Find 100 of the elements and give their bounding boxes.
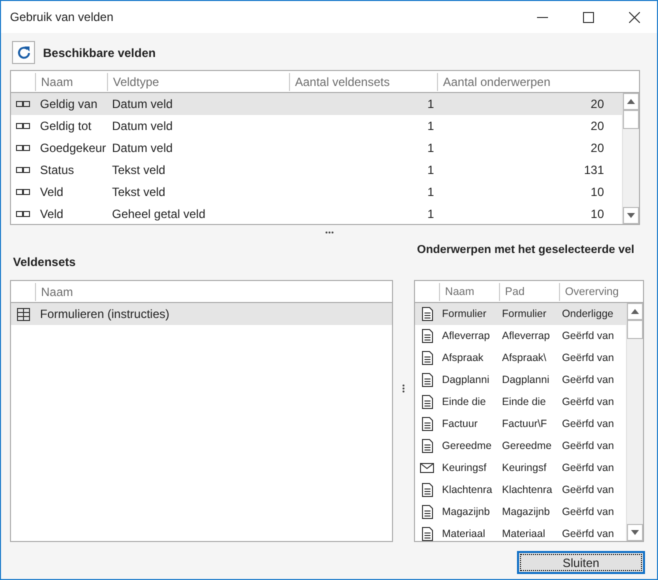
column-header[interactable]: Aantal onderwerpen — [437, 72, 607, 90]
close-dialog-button[interactable]: Sluiten — [517, 551, 645, 574]
table-cell-text: Dagplanni — [441, 374, 490, 386]
table-cell-text: 131 — [582, 163, 605, 177]
table-cell-text: Geërfd van — [561, 396, 615, 408]
down-arrow-icon — [627, 213, 635, 218]
section-title: Onderwerpen met het geselecteerde vel — [417, 244, 634, 256]
table-cell-text: Datum veld — [111, 141, 174, 155]
table-cell-text: Materiaal — [501, 528, 546, 540]
table-cell-text: Geërfd van — [561, 484, 615, 496]
table-cell-text: Factuur\F — [501, 418, 548, 430]
field-icon — [16, 123, 30, 129]
table-icon — [16, 308, 30, 320]
scrollbar[interactable] — [622, 93, 639, 224]
table-cell-text: 20 — [590, 119, 605, 133]
document-icon — [422, 439, 432, 453]
table-row[interactable]: Status Tekst veld 1 131 — [11, 159, 622, 181]
minimize-icon — [536, 16, 548, 18]
table-row[interactable]: Materiaal Materiaal Geërfd van — [415, 523, 626, 541]
document-icon — [422, 483, 432, 497]
table-cell-text: Geërfd van — [561, 374, 615, 386]
envelope-icon — [420, 463, 434, 473]
up-arrow-icon — [631, 309, 639, 314]
scroll-up-button[interactable] — [627, 303, 643, 320]
table-row[interactable]: Klachtenra Klachtenra Geërfd van — [415, 479, 626, 501]
table-cell-text: 1 — [426, 207, 435, 221]
table-row[interactable]: Formulier Formulier Onderligge — [415, 303, 626, 325]
table-row[interactable]: Magazijnb Magazijnb Geërfd van — [415, 501, 626, 523]
document-icon — [422, 351, 432, 365]
window-title: Gebruik van velden — [10, 10, 114, 24]
table-row[interactable]: Keuringsf Keuringsf Geërfd van — [415, 457, 626, 479]
table-row[interactable]: Dagplanni Dagplanni Geërfd van — [415, 369, 626, 391]
field-icon — [16, 211, 30, 217]
table-cell-text: Afspraak\ — [501, 352, 548, 364]
field-icon — [16, 101, 30, 107]
field-icon — [16, 145, 30, 151]
table-cell-text: 1 — [426, 97, 435, 111]
table-cell-text: Geërfd van — [561, 462, 615, 474]
section-title: Veldensets — [13, 254, 76, 268]
table-cell-text: Datum veld — [111, 97, 174, 111]
splitter-handle[interactable] — [324, 231, 334, 234]
table-cell-text: 20 — [590, 97, 605, 111]
table-cell-text: Materiaal — [441, 528, 486, 540]
document-icon — [422, 329, 432, 343]
table-cell-text: 1 — [426, 163, 435, 177]
table-row[interactable]: Einde die Einde die Geërfd van — [415, 391, 626, 413]
table-cell-text: Klachtenra — [441, 484, 494, 496]
table-row[interactable]: Geldig van Datum veld 1 20 — [11, 93, 622, 115]
table-cell-text: 20 — [590, 141, 605, 155]
table-row[interactable]: Veld Tekst veld 1 10 — [11, 181, 622, 203]
scrollbar[interactable] — [626, 303, 643, 541]
table-row[interactable]: Afspraak Afspraak\ Geërfd van — [415, 347, 626, 369]
table-row[interactable]: Afleverrap Afleverrap Geërfd van — [415, 325, 626, 347]
table-cell-text: 1 — [426, 119, 435, 133]
table-cell-text: Factuur — [441, 418, 479, 430]
column-header[interactable]: Naam — [35, 72, 107, 90]
table-cell-text: Magazijnb — [441, 506, 491, 518]
field-icon — [16, 167, 30, 173]
table-cell-text: Keuringsf — [501, 462, 548, 474]
table-cell-text: Geërfd van — [561, 352, 615, 364]
table-cell-text: Einde die — [501, 396, 547, 408]
down-arrow-icon — [631, 530, 639, 535]
up-arrow-icon — [627, 99, 635, 104]
column-header[interactable]: Veldtype — [107, 72, 289, 90]
table-row[interactable]: Veld Geheel getal veld 1 10 — [11, 203, 622, 224]
maximize-icon — [582, 12, 594, 22]
table-cell-text: Geldig van — [39, 97, 98, 111]
column-header[interactable]: Aantal veldensets — [289, 72, 437, 90]
table-cell-text: Onderligge — [561, 308, 614, 320]
table-row[interactable]: Gereedme Gereedme Geërfd van — [415, 435, 626, 457]
close-icon — [628, 12, 640, 22]
table-cell-text: Einde die — [441, 396, 487, 408]
column-header[interactable]: Naam — [35, 282, 392, 300]
table-row[interactable]: Formulieren (instructies) — [11, 303, 392, 325]
table-cell-text: Geërfd van — [561, 506, 615, 518]
document-icon — [422, 505, 432, 519]
table-row[interactable]: Factuur Factuur\F Geërfd van — [415, 413, 626, 435]
scroll-down-button[interactable] — [627, 524, 643, 541]
table-row[interactable]: Geldig tot Datum veld 1 20 — [11, 115, 622, 137]
scroll-thumb[interactable] — [623, 110, 639, 129]
scroll-up-button[interactable] — [623, 93, 639, 110]
column-header[interactable]: Naam — [439, 282, 499, 300]
table-cell-text: Magazijnb — [501, 506, 551, 518]
table-cell-text: Dagplanni — [501, 374, 550, 386]
scroll-thumb[interactable] — [627, 320, 643, 339]
column-header[interactable]: Pad — [499, 282, 559, 300]
scroll-down-button[interactable] — [623, 207, 639, 224]
splitter-handle[interactable] — [402, 384, 405, 393]
table-row[interactable]: Goedgekeur Datum veld 1 20 — [11, 137, 622, 159]
table-cell-text: Gereedme — [501, 440, 553, 452]
table-cell-text: Formulieren (instructies) — [39, 307, 170, 321]
table-cell-text: Status — [39, 163, 76, 177]
table-cell-text: Geheel getal veld — [111, 207, 206, 221]
table-cell-text: Klachtenra — [501, 484, 554, 496]
table-cell-text: Formulier — [501, 308, 548, 320]
column-header[interactable]: Overerving — [559, 282, 625, 300]
document-icon — [422, 417, 432, 431]
table-cell-text: Veld — [39, 185, 64, 199]
table-cell-text: Datum veld — [111, 119, 174, 133]
refresh-button[interactable] — [12, 41, 35, 64]
